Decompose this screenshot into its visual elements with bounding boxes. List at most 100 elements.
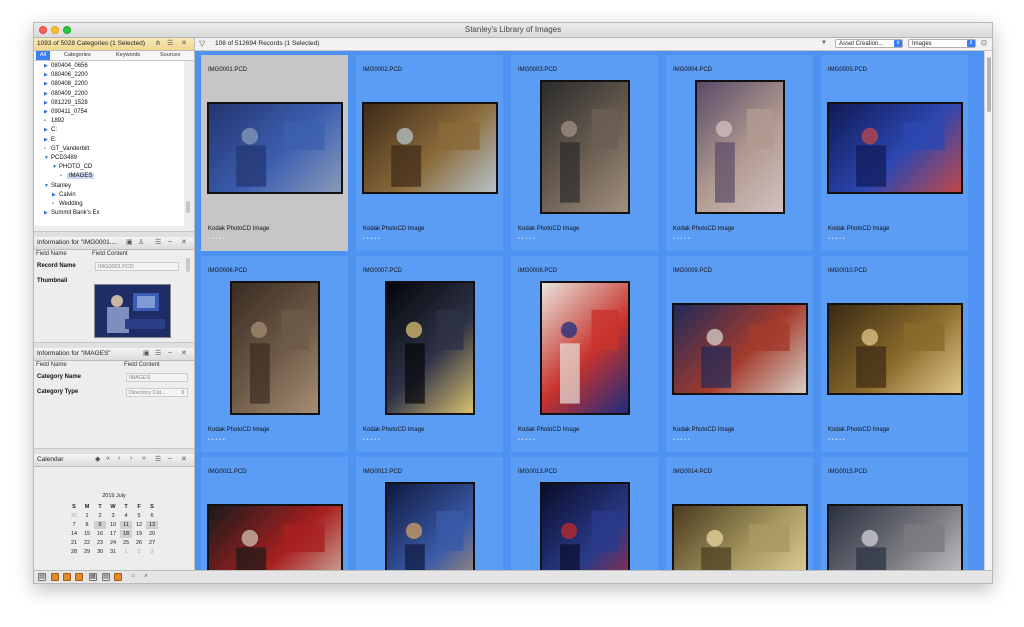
calendar-day[interactable]: 26 (133, 539, 145, 547)
rating-dots[interactable]: ••••• (363, 236, 382, 242)
calendar-day[interactable]: 12 (133, 521, 145, 529)
calendar-day[interactable]: 31 (107, 548, 119, 556)
sort-field-select[interactable]: Asset Creation... ⇕ (835, 39, 903, 48)
minimize-icon[interactable]: – (168, 455, 172, 462)
calendar-day[interactable]: 11 (120, 521, 132, 529)
grid-scrollbar[interactable] (984, 51, 992, 570)
disclosure-closed-icon[interactable]: ▶ (44, 137, 51, 143)
tree-item[interactable]: ▶ C: (44, 127, 57, 133)
calendar-day[interactable]: 24 (107, 539, 119, 547)
prev-month-icon[interactable]: « (106, 455, 110, 462)
image-thumbnail[interactable] (539, 482, 630, 570)
calendar-day[interactable]: 3 (146, 548, 158, 556)
image-cell[interactable]: IMG0013.PCDKodak PhotoCD Image••••• (511, 457, 658, 570)
options-icon[interactable]: ⊡ (981, 39, 987, 47)
image-cell[interactable]: IMG0004.PCD Kodak PhotoCD Image ••••• (666, 55, 813, 251)
prev-day-icon[interactable]: ‹ (118, 455, 120, 462)
next-month-icon[interactable]: » (142, 455, 146, 462)
calendar-day[interactable]: 3 (107, 512, 119, 520)
calendar-day[interactable]: 13 (146, 521, 158, 529)
calendar-day[interactable]: 23 (94, 539, 106, 547)
calendar-day[interactable]: 18 (120, 530, 132, 538)
calendar-day[interactable]: 2 (133, 548, 145, 556)
rating-dots[interactable]: ••••• (518, 437, 537, 443)
disclosure-closed-icon[interactable]: ▶ (44, 91, 51, 97)
tree-item[interactable]: • Wedding (52, 201, 83, 207)
calendar-day[interactable]: 27 (146, 539, 158, 547)
calendar-day[interactable]: 30 (94, 548, 106, 556)
disclosure-closed-icon[interactable]: ▶ (44, 63, 51, 69)
calendar-day[interactable]: 5 (133, 512, 145, 520)
image-thumbnail[interactable] (694, 80, 785, 214)
image-thumbnail[interactable] (229, 281, 320, 415)
save-icon[interactable]: ▣ (126, 238, 133, 246)
calendar-day[interactable]: 22 (81, 539, 93, 547)
calendar-day[interactable]: 20 (146, 530, 158, 538)
image-thumbnail[interactable] (384, 482, 475, 570)
image-cell[interactable]: IMG0008.PCD Kodak PhotoCD Image ••••• (511, 256, 658, 452)
rating-dots[interactable]: ••••• (208, 236, 227, 242)
tree-item[interactable]: ▼ Stanley (44, 183, 71, 189)
close-icon[interactable]: ✕ (181, 238, 187, 246)
image-thumbnail[interactable] (826, 303, 963, 395)
calendar-day[interactable]: 10 (107, 521, 119, 529)
image-cell[interactable]: IMG0002.PCD Kodak PhotoCD Image ••••• (356, 55, 503, 251)
calendar-day[interactable]: 29 (81, 548, 93, 556)
calendar-day[interactable]: 2 (94, 512, 106, 520)
disclosure-closed-icon[interactable]: ▶ (44, 81, 51, 87)
image-thumbnail[interactable] (206, 504, 343, 570)
rating-dots[interactable]: ••••• (673, 437, 692, 443)
calendar-day[interactable]: 7 (68, 521, 80, 529)
prev-year-icon[interactable]: ◆ (95, 455, 100, 463)
preview-toggle-icon[interactable] (114, 573, 122, 581)
calendar-day[interactable]: 9 (94, 521, 106, 529)
calendar-day[interactable]: 21 (68, 539, 80, 547)
disclosure-closed-icon[interactable]: ▶ (44, 210, 51, 216)
tab-keywords[interactable]: Keywords (116, 52, 140, 58)
image-thumbnail[interactable] (539, 281, 630, 415)
record-name-field[interactable]: IMG0001.PCD (95, 262, 179, 271)
menu-icon[interactable]: ☰ (155, 238, 161, 246)
image-cell[interactable]: IMG0007.PCD Kodak PhotoCD Image ••••• (356, 256, 503, 452)
tree-item[interactable]: • GT_Vanderbilt (44, 146, 89, 152)
close-icon[interactable]: ✕ (181, 349, 187, 357)
image-thumbnail[interactable] (826, 504, 963, 570)
image-cell[interactable]: IMG0014.PCDKodak PhotoCD Image••••• (666, 457, 813, 570)
image-cell[interactable]: IMG0001.PCD Kodak PhotoCD Image ••••• (201, 55, 348, 251)
category-name-field[interactable]: IMAGES (126, 373, 188, 382)
filter-icon[interactable]: ▽ (199, 39, 205, 48)
calendar-day[interactable]: 14 (68, 530, 80, 538)
home-icon[interactable]: ⌂ (129, 573, 137, 581)
minimize-icon[interactable]: – (168, 238, 172, 245)
tree-item[interactable]: ▶ 080406_2200 (44, 72, 88, 78)
tree-item[interactable]: ▶ 080409_2200 (44, 91, 88, 97)
image-cell[interactable]: IMG0012.PCDKodak PhotoCD Image••••• (356, 457, 503, 570)
image-thumbnail[interactable] (671, 303, 808, 395)
tab-all[interactable]: All (36, 51, 51, 60)
calendar-day[interactable]: 1 (120, 548, 132, 556)
tree-item[interactable]: ▶ E: (44, 137, 57, 143)
disclosure-open-icon[interactable]: ▼ (44, 183, 51, 189)
image-cell[interactable]: IMG0003.PCD Kodak PhotoCD Image ••••• (511, 55, 658, 251)
image-thumbnail[interactable] (206, 102, 343, 194)
disclosure-closed-icon[interactable]: ▶ (52, 192, 59, 198)
calendar-day[interactable]: 19 (133, 530, 145, 538)
image-cell[interactable]: IMG0015.PCDKodak PhotoCD Image••••• (821, 457, 968, 570)
calendar-day[interactable]: 8 (81, 521, 93, 529)
image-thumbnail[interactable] (671, 504, 808, 570)
tree-scrollbar[interactable] (186, 201, 190, 213)
list-view-icon[interactable]: ▤ (102, 573, 110, 581)
rating-dots[interactable]: ••••• (673, 236, 692, 242)
calendar-toggle-icon[interactable] (75, 573, 83, 581)
save-icon[interactable]: ▣ (143, 349, 150, 357)
sort-direction-icon[interactable]: ▼ (821, 40, 827, 46)
menu-icon[interactable]: ☰ (155, 455, 161, 463)
rating-dots[interactable]: ••••• (363, 437, 382, 443)
menu-icon[interactable]: ☰ (155, 349, 161, 357)
image-cell[interactable]: IMG0011.PCDKodak PhotoCD Image••••• (201, 457, 348, 570)
disclosure-closed-icon[interactable]: ▶ (44, 127, 51, 133)
rating-dots[interactable]: ••••• (208, 437, 227, 443)
view-type-select[interactable]: Images ⇕ (908, 39, 976, 48)
calendar-day[interactable]: 15 (81, 530, 93, 538)
tree-item[interactable]: ▼ PCD3489 (44, 155, 77, 161)
